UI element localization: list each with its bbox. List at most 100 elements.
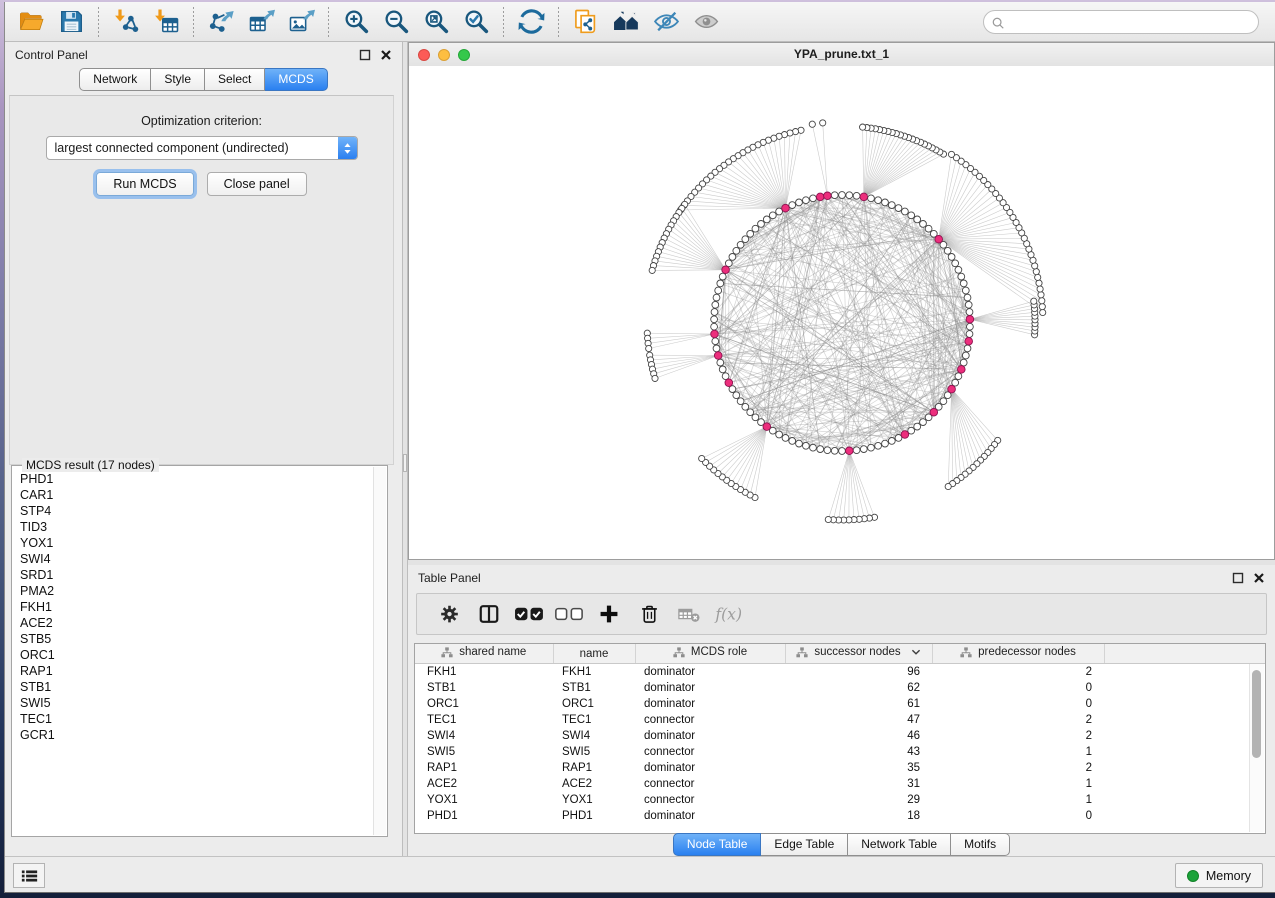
table-settings-button[interactable] — [431, 597, 467, 631]
mcds-result-item[interactable]: GCR1 — [20, 727, 374, 743]
table-cell[interactable]: FKH1 — [553, 664, 635, 681]
table-scrollbar[interactable] — [1249, 664, 1264, 832]
import-table-button[interactable] — [146, 5, 186, 39]
table-cell[interactable]: YOX1 — [553, 792, 635, 808]
mcds-result-item[interactable]: STB5 — [20, 631, 374, 647]
table-cell[interactable]: ACE2 — [553, 776, 635, 792]
network-canvas[interactable] — [409, 66, 1274, 559]
export-table-button[interactable] — [241, 5, 281, 39]
mcds-result-item[interactable]: STP4 — [20, 503, 374, 519]
tab-network[interactable]: Network — [79, 68, 151, 91]
table-row[interactable]: ACE2ACE2connector311 — [415, 776, 1265, 792]
table-cell[interactable]: 35 — [785, 760, 932, 776]
table-cell[interactable]: connector — [635, 792, 785, 808]
table-cell[interactable]: dominator — [635, 760, 785, 776]
close-panel-icon[interactable] — [1253, 572, 1265, 584]
table-row[interactable]: PHD1PHD1dominator180 — [415, 808, 1265, 824]
mcds-result-item[interactable]: STB1 — [20, 679, 374, 695]
import-network-button[interactable] — [106, 5, 146, 39]
column-header-MCDS-role[interactable]: MCDS role — [635, 644, 785, 664]
table-row[interactable]: YOX1YOX1connector291 — [415, 792, 1265, 808]
table-cell[interactable]: 2 — [932, 664, 1104, 681]
table-cell[interactable]: ORC1 — [553, 696, 635, 712]
table-cell[interactable]: 43 — [785, 744, 932, 760]
table-cell[interactable]: PHD1 — [553, 808, 635, 824]
table-cell[interactable]: dominator — [635, 808, 785, 824]
network-window-titlebar[interactable]: YPA_prune.txt_1 — [409, 43, 1274, 67]
table-cell[interactable]: 2 — [932, 760, 1104, 776]
close-panel-icon[interactable] — [380, 49, 392, 61]
search-input[interactable] — [983, 10, 1259, 34]
save-session-button[interactable] — [51, 5, 91, 39]
table-row[interactable]: SWI5SWI5connector431 — [415, 744, 1265, 760]
table-row[interactable]: RAP1RAP1dominator352 — [415, 760, 1265, 776]
mcds-result-item[interactable]: YOX1 — [20, 535, 374, 551]
table-cell[interactable]: RAP1 — [553, 760, 635, 776]
tab-edge-table[interactable]: Edge Table — [761, 833, 848, 856]
table-cell[interactable]: 2 — [932, 728, 1104, 744]
table-cell[interactable]: FKH1 — [415, 664, 553, 681]
mcds-result-scrollbar[interactable] — [373, 467, 386, 835]
table-cell[interactable]: connector — [635, 712, 785, 728]
table-cell[interactable]: 61 — [785, 696, 932, 712]
mcds-result-item[interactable]: SWI5 — [20, 695, 374, 711]
mcds-result-item[interactable]: SWI4 — [20, 551, 374, 567]
table-cell[interactable]: TEC1 — [553, 712, 635, 728]
tab-motifs[interactable]: Motifs — [951, 833, 1010, 856]
hide-selected-button[interactable] — [646, 5, 686, 39]
table-cell[interactable]: STB1 — [553, 680, 635, 696]
table-cell[interactable]: 47 — [785, 712, 932, 728]
table-cell[interactable]: dominator — [635, 696, 785, 712]
export-image-button[interactable] — [281, 5, 321, 39]
mcds-result-list[interactable]: PHD1CAR1STP4TID3YOX1SWI4SRD1PMA2FKH1ACE2… — [13, 469, 374, 835]
table-row[interactable]: FKH1FKH1dominator962 — [415, 664, 1265, 681]
mcds-result-item[interactable]: ACE2 — [20, 615, 374, 631]
table-row[interactable]: ORC1ORC1dominator610 — [415, 696, 1265, 712]
delete-column-button[interactable] — [631, 597, 667, 631]
table-cell[interactable]: 1 — [932, 776, 1104, 792]
table-cell[interactable]: 1 — [932, 744, 1104, 760]
close-panel-button[interactable]: Close panel — [207, 172, 307, 196]
mcds-result-item[interactable]: TEC1 — [20, 711, 374, 727]
mcds-result-item[interactable]: PHD1 — [20, 471, 374, 487]
table-cell[interactable]: YOX1 — [415, 792, 553, 808]
duplicate-network-button[interactable] — [566, 5, 606, 39]
column-header-name[interactable]: name — [553, 644, 635, 664]
show-all-button[interactable] — [686, 5, 726, 39]
table-cell[interactable]: 62 — [785, 680, 932, 696]
add-column-button[interactable] — [591, 597, 627, 631]
float-panel-icon[interactable] — [1232, 572, 1244, 584]
float-panel-icon[interactable] — [359, 49, 371, 61]
mcds-result-item[interactable]: PMA2 — [20, 583, 374, 599]
tab-network-table[interactable]: Network Table — [848, 833, 951, 856]
open-file-button[interactable] — [11, 5, 51, 39]
table-cell[interactable]: ACE2 — [415, 776, 553, 792]
tab-mcds[interactable]: MCDS — [265, 68, 327, 91]
table-cell[interactable]: 0 — [932, 696, 1104, 712]
tab-style[interactable]: Style — [151, 68, 205, 91]
table-cell[interactable]: ORC1 — [415, 696, 553, 712]
table-cell[interactable]: TEC1 — [415, 712, 553, 728]
table-cell[interactable]: 1 — [932, 792, 1104, 808]
mcds-result-item[interactable]: FKH1 — [20, 599, 374, 615]
table-cell[interactable]: 2 — [932, 712, 1104, 728]
first-neighbors-button[interactable] — [606, 5, 646, 39]
table-cell[interactable]: SWI4 — [553, 728, 635, 744]
memory-button[interactable]: Memory — [1175, 863, 1263, 888]
table-cell[interactable]: 46 — [785, 728, 932, 744]
deselect-all-button[interactable] — [551, 597, 587, 631]
toggle-panes-button[interactable] — [471, 597, 507, 631]
table-cell[interactable]: SWI5 — [415, 744, 553, 760]
mcds-result-item[interactable]: ORC1 — [20, 647, 374, 663]
table-cell[interactable]: SWI4 — [415, 728, 553, 744]
refresh-view-button[interactable] — [511, 5, 551, 39]
table-row[interactable]: SWI4SWI4dominator462 — [415, 728, 1265, 744]
table-cell[interactable]: 96 — [785, 664, 932, 681]
splitter-grip[interactable] — [403, 454, 407, 472]
column-header-shared-name[interactable]: shared name — [415, 644, 553, 664]
zoom-fit-button[interactable] — [416, 5, 456, 39]
table-row[interactable]: TEC1TEC1connector472 — [415, 712, 1265, 728]
tab-select[interactable]: Select — [205, 68, 265, 91]
table-cell[interactable]: 31 — [785, 776, 932, 792]
table-cell[interactable]: dominator — [635, 664, 785, 681]
